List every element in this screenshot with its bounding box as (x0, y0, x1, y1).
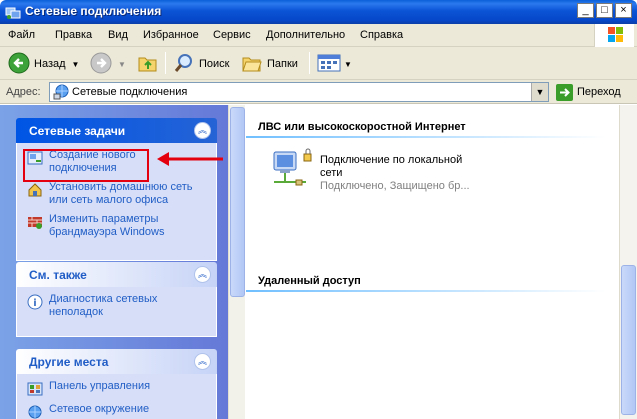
close-button[interactable]: × (615, 3, 632, 18)
forward-arrow-icon (90, 52, 112, 77)
back-label: Назад (34, 58, 66, 70)
group-divider (246, 290, 606, 292)
group-header-lan: ЛВС или высокоскоростной Интернет (258, 121, 466, 133)
menu-view[interactable]: Вид (108, 29, 128, 41)
task-label: Диагностика сетевых неполадок (49, 293, 158, 318)
other-places-header[interactable]: Другие места ︽ (16, 349, 217, 374)
folders-label: Папки (267, 58, 298, 70)
place-network-neighborhood[interactable]: Сетевое окружение (27, 403, 208, 419)
menu-tools[interactable]: Сервис (213, 29, 251, 41)
task-label: Изменить параметры брандмауэра Windows (49, 213, 165, 238)
menu-file[interactable]: Файл (8, 29, 35, 41)
lan-connection-icon (266, 146, 314, 194)
address-input[interactable]: Сетевые подключения ▼ (49, 82, 549, 102)
task-network-diagnostics[interactable]: i Диагностика сетевых неполадок (27, 293, 208, 319)
pointer-arrow-icon (157, 152, 223, 166)
folder-up-icon (137, 52, 159, 77)
connection-local-area[interactable]: Подключение по локальной сети Подключено… (266, 146, 596, 206)
search-icon (173, 52, 195, 77)
collapse-chevron-icon[interactable]: ︽ (194, 353, 211, 370)
menu-edit[interactable]: Правка (55, 29, 92, 41)
network-connections-icon (5, 4, 21, 20)
go-button[interactable]: Переход (556, 83, 621, 101)
connection-name: Подключение по локальной (320, 154, 463, 166)
toolbar: Назад ▼ ▼ Поиск Папки ▼ (0, 47, 637, 80)
network-tasks-panel: Сетевые задачи ︽ Создание нового подключ… (16, 118, 217, 261)
task-firewall-settings[interactable]: Изменить параметры брандмауэра Windows (27, 213, 208, 239)
address-dropdown-icon[interactable]: ▼ (531, 83, 548, 101)
views-dropdown-icon[interactable]: ▼ (344, 60, 352, 69)
menu-favorites[interactable]: Избранное (143, 29, 199, 41)
place-control-panel[interactable]: Панель управления (27, 380, 208, 397)
go-arrow-icon (556, 83, 573, 101)
up-folder-button[interactable] (137, 51, 159, 77)
title-bar[interactable]: Сетевые подключения _ □ × (0, 0, 637, 24)
connection-status: Подключено, Защищено бр... (320, 180, 470, 192)
see-also-header[interactable]: См. также ︽ (16, 262, 217, 287)
content-scrollbar[interactable] (619, 105, 637, 419)
see-also-body: i Диагностика сетевых неполадок (16, 287, 217, 337)
task-label: Установить домашнюю сеть или сеть малого… (49, 181, 193, 206)
firewall-icon (27, 214, 43, 230)
menu-advanced[interactable]: Дополнительно (266, 29, 345, 41)
see-also-panel: См. также ︽ i Диагностика сетевых непола… (16, 262, 217, 337)
folders-icon (241, 52, 263, 77)
views-grid-icon (317, 53, 341, 76)
group-divider (246, 136, 606, 138)
task-pane-scrollbar[interactable] (228, 105, 245, 419)
minimize-button[interactable]: _ (577, 3, 594, 18)
go-label: Переход (577, 86, 621, 98)
place-label: Сетевое окружение (49, 403, 150, 415)
svg-text:i: i (33, 298, 36, 309)
menu-help[interactable]: Справка (360, 29, 403, 41)
help-info-icon: i (27, 294, 43, 310)
content-pane: ЛВС или высокоскоростной Интернет Подклю… (246, 105, 619, 419)
search-label: Поиск (199, 58, 230, 70)
address-bar: Адрес: Сетевые подключения ▼ Переход (0, 80, 637, 104)
connection-name-cont: сети (320, 167, 343, 179)
search-button[interactable]: Поиск (173, 51, 229, 77)
other-places-body: Панель управления Сетевое окружение (16, 374, 217, 419)
network-tasks-header[interactable]: Сетевые задачи ︽ (16, 118, 217, 143)
network-neighborhood-icon (27, 404, 43, 419)
other-places-title: Другие места (29, 355, 109, 369)
back-button[interactable]: Назад ▼ (8, 51, 79, 77)
address-value: Сетевые подключения (72, 86, 188, 98)
group-header-remote: Удаленный доступ (258, 275, 361, 287)
see-also-title: См. также (29, 268, 87, 282)
home-network-icon (27, 182, 43, 198)
highlight-box (23, 149, 149, 182)
maximize-button[interactable]: □ (596, 3, 613, 18)
scrollbar-thumb[interactable] (621, 265, 636, 415)
back-dropdown-icon[interactable]: ▼ (72, 60, 80, 69)
windows-logo-icon (594, 24, 634, 47)
network-globe-icon (53, 84, 69, 103)
folders-button[interactable]: Папки (241, 51, 298, 77)
network-tasks-title: Сетевые задачи (29, 124, 126, 138)
window-title: Сетевые подключения (25, 4, 162, 18)
control-panel-icon (27, 381, 43, 397)
place-label: Панель управления (49, 380, 151, 392)
scrollbar-thumb[interactable] (230, 107, 245, 297)
collapse-chevron-icon[interactable]: ︽ (194, 122, 211, 139)
other-places-panel: Другие места ︽ Панель управления Сетевое… (16, 349, 217, 419)
views-button[interactable]: ▼ (317, 51, 352, 77)
forward-dropdown-icon[interactable]: ▼ (118, 60, 126, 69)
connection-text: Подключение по локальной сети Подключено… (320, 154, 560, 193)
task-home-network[interactable]: Установить домашнюю сеть или сеть малого… (27, 181, 208, 207)
collapse-chevron-icon[interactable]: ︽ (194, 266, 211, 283)
back-arrow-icon (8, 52, 30, 77)
menu-bar: Файл Правка Вид Избранное Сервис Дополни… (0, 24, 637, 47)
forward-button[interactable]: ▼ (90, 51, 126, 77)
address-label: Адрес: (6, 86, 41, 98)
